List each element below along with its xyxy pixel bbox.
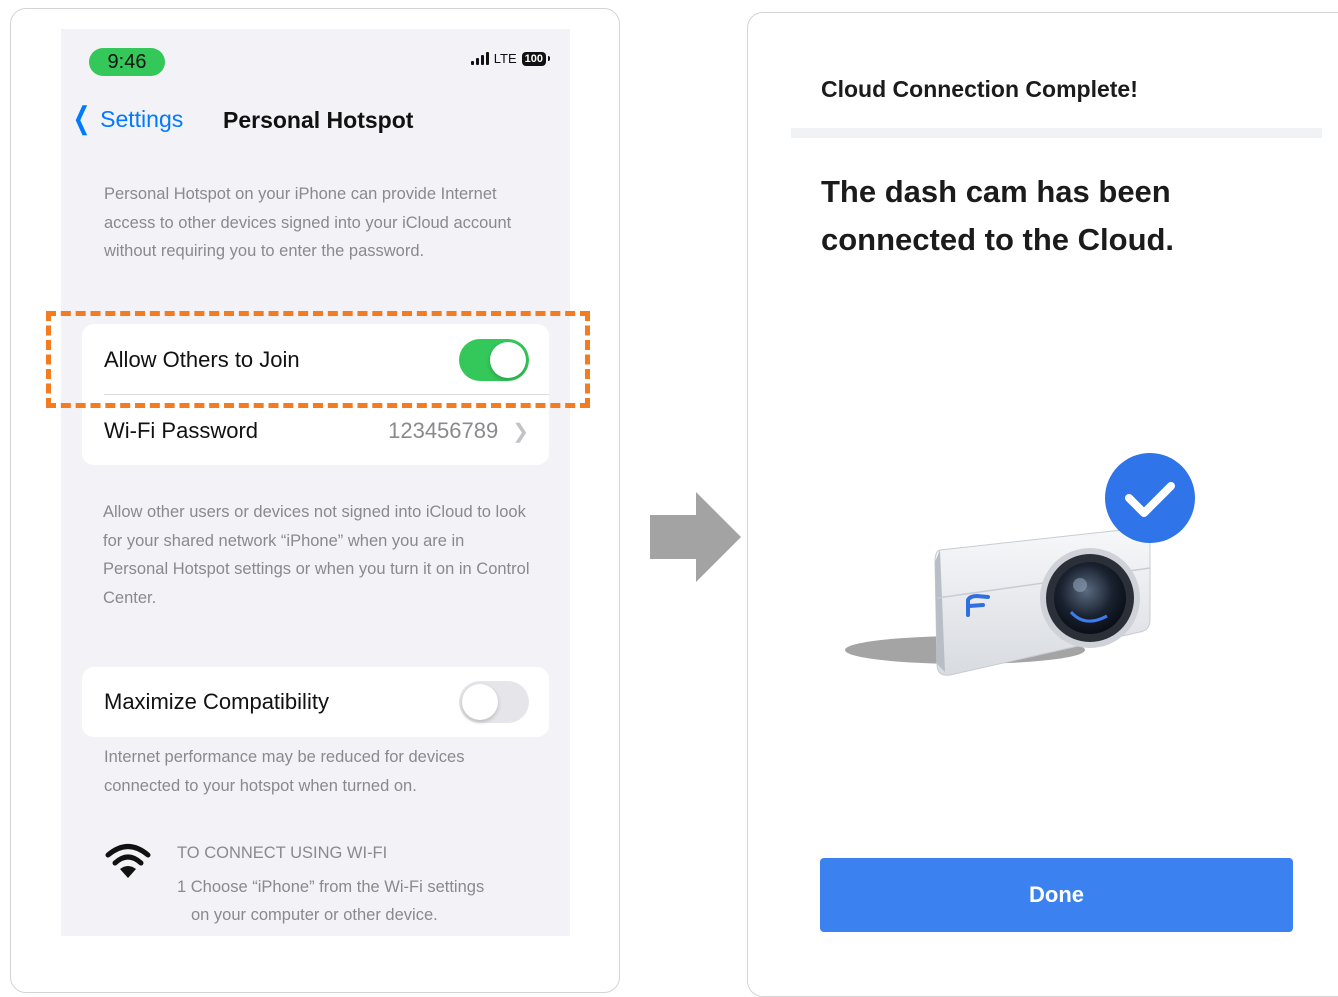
allow-others-row[interactable]: Allow Others to Join	[104, 339, 529, 381]
screen-title: Cloud Connection Complete!	[821, 76, 1138, 102]
wifi-connect-step-cont: on your computer or other device.	[191, 906, 438, 924]
hotspot-description: Personal Hotspot on your iPhone can prov…	[104, 185, 512, 260]
wifi-icon	[105, 844, 151, 878]
header-separator	[791, 128, 1322, 138]
success-heading: The dash cam has been connected to the C…	[821, 168, 1281, 264]
chevron-left-icon: ❮	[72, 102, 91, 135]
allow-others-label: Allow Others to Join	[104, 347, 300, 372]
wifi-password-value: 123456789	[388, 418, 499, 443]
page-title: Personal Hotspot	[223, 107, 414, 133]
hotspot-settings-card: Allow Others to Join Wi-Fi Password 1234…	[82, 324, 549, 465]
arrow-right-icon	[650, 492, 741, 582]
compatibility-card: Maximize Compatibility	[82, 667, 549, 737]
row-divider	[104, 394, 549, 395]
status-indicators: LTE 100	[470, 51, 550, 66]
back-label: Settings	[100, 105, 184, 132]
back-button[interactable]: ❮ Settings	[69, 102, 184, 135]
wifi-connect-step: 1 Choose “iPhone” from the Wi-Fi setting…	[177, 878, 485, 896]
wifi-password-row[interactable]: Wi-Fi Password 123456789 ❯	[104, 410, 529, 452]
compatibility-row[interactable]: Maximize Compatibility	[104, 681, 529, 723]
wifi-password-label: Wi-Fi Password	[104, 418, 259, 443]
battery-icon: 100	[521, 51, 546, 66]
success-heading-line2: connected to the Cloud.	[821, 222, 1175, 257]
compatibility-toggle[interactable]	[459, 681, 529, 723]
network-description: Allow other users or devices not signed …	[103, 503, 530, 607]
signal-icon	[470, 52, 489, 65]
status-time: 9:46	[89, 48, 165, 76]
network-type: LTE	[493, 51, 517, 66]
phone-screen: 9:46 LTE 100 ❮ Settings Personal Hotspot…	[61, 29, 570, 936]
compatibility-description: Internet performance may be reduced for …	[104, 748, 465, 795]
battery-cap	[548, 56, 550, 61]
wifi-connect-heading: TO CONNECT USING WI-FI	[177, 844, 388, 862]
done-button[interactable]: Done	[820, 858, 1293, 932]
chevron-right-icon: ❯	[512, 420, 529, 443]
dash-cam-illustration	[845, 453, 1195, 676]
allow-others-toggle[interactable]	[459, 339, 529, 381]
checkmark-icon	[1105, 453, 1195, 543]
success-heading-line1: The dash cam has been	[821, 174, 1171, 209]
compatibility-label: Maximize Compatibility	[104, 689, 329, 714]
